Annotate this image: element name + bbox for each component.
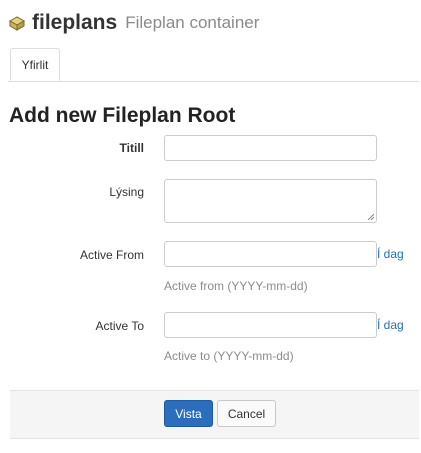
- form-actions: [10, 390, 419, 439]
- title-label: Titill: [119, 141, 144, 155]
- active-from-label: Active From: [79, 248, 144, 262]
- app-title: fileplans: [32, 11, 118, 34]
- page-title: Add new Fileplan Root: [9, 104, 236, 127]
- save-button[interactable]: Vista: [164, 400, 213, 427]
- title-input[interactable]: [164, 135, 377, 161]
- active-to-input[interactable]: [164, 312, 377, 338]
- active-to-help: Active to (YYYY-mm-dd): [164, 349, 294, 363]
- tabs-divider: [8, 81, 419, 82]
- module-icon: [8, 16, 26, 31]
- description-textarea[interactable]: [164, 179, 377, 223]
- description-label: Lýsing: [109, 185, 144, 199]
- tab-yfirlit[interactable]: Yfirlit: [10, 48, 60, 81]
- active-from-input[interactable]: [164, 241, 377, 267]
- active-from-help: Active from (YYYY-mm-dd): [164, 279, 308, 293]
- app-subtitle: Fileplan container: [125, 13, 260, 32]
- active-to-today-link[interactable]: Í dag: [377, 318, 404, 332]
- active-from-today-link[interactable]: Í dag: [377, 247, 404, 261]
- active-to-label: Active To: [95, 319, 144, 333]
- page-header: fileplans Fileplan container: [8, 8, 259, 38]
- resize-handle-icon[interactable]: [367, 213, 374, 220]
- cancel-button[interactable]: Cancel: [217, 400, 276, 427]
